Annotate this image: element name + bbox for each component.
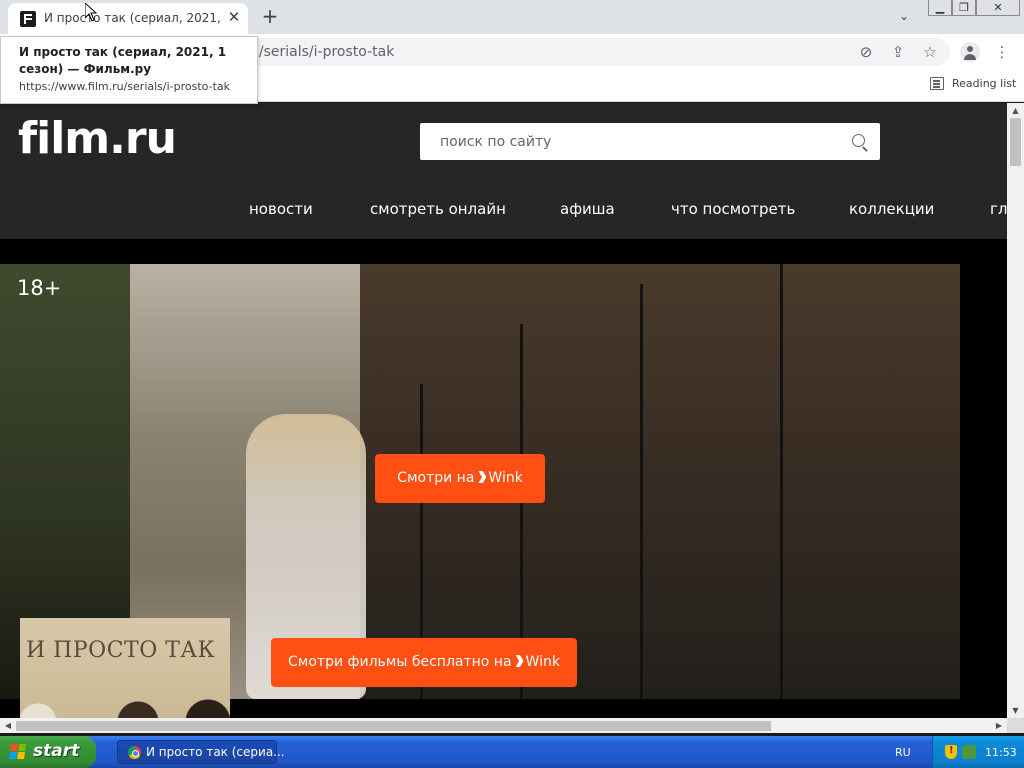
close-window-button[interactable]: ✕	[976, 0, 1020, 16]
scroll-left-icon[interactable]: ◀	[3, 720, 13, 731]
security-shield-icon[interactable]	[945, 745, 957, 759]
scroll-right-icon[interactable]: ▶	[994, 720, 1004, 731]
nav-item-news[interactable]: новости	[249, 200, 313, 218]
wink-brand: Wink	[525, 654, 560, 670]
system-tray: 11:53	[932, 736, 1024, 768]
search-icon[interactable]	[852, 134, 865, 147]
scrollbar-corner	[1007, 718, 1024, 733]
wink-brand: Wink	[488, 470, 523, 486]
site-search[interactable]	[420, 123, 880, 160]
bookmark-star-icon[interactable]: ☆	[921, 43, 939, 61]
site-logo[interactable]: film.ru	[18, 113, 177, 164]
wink-button-text: Смотри на	[397, 470, 475, 486]
horizontal-scrollbar[interactable]: ◀ ▶	[0, 718, 1007, 733]
new-tab-button[interactable]: +	[258, 5, 282, 29]
railing-post	[640, 284, 643, 699]
railing-post	[780, 264, 783, 699]
nav-item-watch-online[interactable]: смотреть онлайн	[370, 200, 506, 218]
film-ru-favicon-icon	[20, 11, 36, 27]
tab-strip: И просто так (сериал, 2021, 1 сезон) — Ф…	[0, 0, 1024, 34]
restore-button[interactable]: ❐	[952, 0, 976, 16]
reading-list-icon[interactable]	[930, 77, 944, 90]
watch-free-on-wink-button[interactable]: Смотри фильмы бесплатно на Wink	[271, 638, 577, 687]
nav-item-afisha[interactable]: афиша	[560, 200, 615, 218]
screen: И просто так (сериал, 2021, 1 сезон) — Ф…	[0, 0, 1024, 768]
nav-item-what-to-watch[interactable]: что посмотреть	[671, 200, 795, 218]
tooltip-url: https://www.film.ru/serials/i-prosto-tak	[19, 80, 231, 93]
start-button[interactable]: start	[0, 736, 96, 768]
search-input[interactable]	[420, 123, 840, 160]
reading-list-button[interactable]: Reading list	[952, 77, 1016, 90]
network-icon[interactable]	[962, 745, 976, 759]
minimize-button[interactable]: ▁	[928, 0, 952, 16]
site-header: film.ru новости смотреть онлайн афиша чт…	[0, 103, 1007, 239]
vertical-scroll-thumb[interactable]	[1010, 118, 1021, 166]
scroll-down-icon[interactable]: ▼	[1011, 706, 1020, 715]
chrome-icon	[128, 746, 141, 759]
vertical-scrollbar[interactable]: ▲ ▼	[1007, 103, 1024, 718]
poster-cast-image	[20, 692, 230, 718]
nav-item-collections[interactable]: коллекции	[849, 200, 934, 218]
windows-flag-icon	[9, 744, 27, 760]
horizontal-scroll-thumb[interactable]	[16, 721, 771, 731]
tab-search-icon[interactable]: ⌄	[896, 9, 912, 25]
start-label: start	[33, 741, 80, 761]
wink-free-button-text: Смотри фильмы бесплатно на	[288, 654, 512, 670]
taskbar-chrome-window[interactable]: И просто так (сериа...	[117, 740, 285, 764]
watch-on-wink-button[interactable]: Смотри на Wink	[375, 454, 545, 503]
tab-hover-tooltip: И просто так (сериал, 2021, 1 сезон) — Ф…	[0, 36, 258, 104]
series-poster[interactable]: И ПРОСТО ТАК	[20, 618, 230, 718]
browser-tab[interactable]: И просто так (сериал, 2021, 1 сезон) — Ф…	[8, 3, 248, 34]
age-rating: 18+	[17, 276, 62, 300]
eye-off-icon[interactable]: ⊘	[857, 43, 875, 61]
taskbar-window-label: И просто так (сериа...	[146, 745, 285, 759]
web-page: film.ru новости смотреть онлайн афиша чт…	[0, 103, 1007, 718]
profile-icon[interactable]	[960, 42, 980, 62]
clock: 11:53	[985, 746, 1017, 759]
scroll-up-icon[interactable]: ▲	[1011, 106, 1020, 115]
mouse-cursor-icon	[85, 3, 97, 22]
wink-chevron-icon	[478, 471, 487, 483]
language-indicator[interactable]: RU	[895, 746, 911, 759]
tab-close-icon[interactable]: ✕	[226, 9, 242, 25]
address-bar-url[interactable]: u/serials/i-prosto-tak	[250, 44, 394, 60]
taskbar: start И просто так (сериа... RU 11:53	[0, 736, 1024, 768]
tooltip-title: И просто так (сериал, 2021, 1 сезон) — Ф…	[19, 45, 227, 76]
tab-title: И просто так (сериал, 2021, 1 сезон) — Ф…	[44, 11, 220, 25]
more-menu-icon[interactable]: ⋮	[993, 43, 1011, 61]
nav-item-more[interactable]: гл	[990, 200, 1007, 218]
wink-chevron-icon	[515, 655, 524, 667]
poster-title: И ПРОСТО ТАК	[26, 638, 216, 663]
share-icon[interactable]: ⇪	[889, 43, 907, 61]
